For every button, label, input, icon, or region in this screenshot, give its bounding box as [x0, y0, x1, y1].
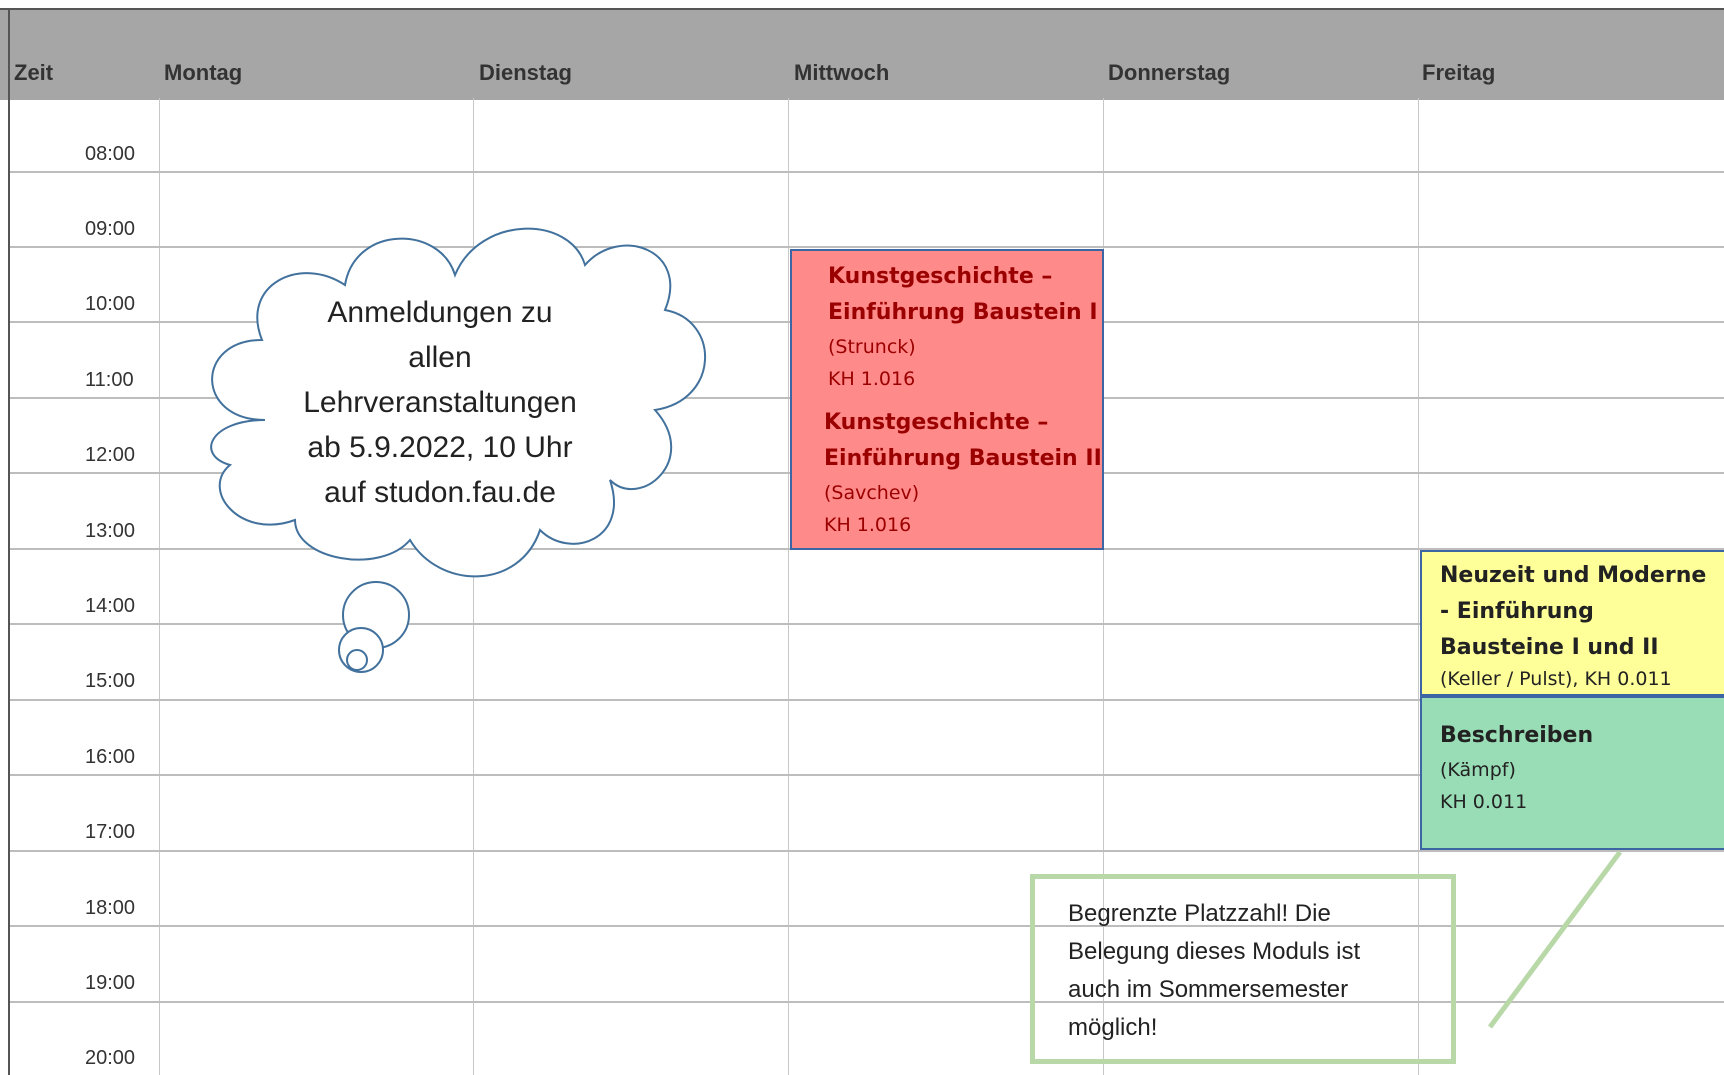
notice-line: Anmeldungen zu: [327, 296, 553, 329]
limited-seats-text: Begrenzte Platzzahl! Die Belegung dieses…: [1068, 895, 1428, 1047]
event-title: Einführung Baustein II: [824, 446, 1102, 471]
time-label: 18:00: [85, 897, 136, 919]
event-lecturer: (Strunck): [828, 336, 916, 358]
time-label: 14:00: [85, 595, 136, 617]
column-header-montag: Montag: [164, 60, 243, 85]
column-header-freitag: Freitag: [1422, 60, 1496, 85]
event-neuzeit-und-moderne[interactable]: Neuzeit und Moderne - Einführung Baustei…: [1420, 550, 1724, 696]
column-header-dienstag: Dienstag: [479, 60, 572, 85]
notice-line: auf studon.fau.de: [324, 476, 556, 509]
grid-row-divider: [10, 925, 1724, 927]
time-label: 10:00: [85, 293, 136, 315]
grid-column-divider: [159, 98, 160, 1075]
event-entry-baustein-1: Kunstgeschichte – Einführung Baustein I …: [828, 259, 1098, 395]
notice-line: allen: [408, 341, 472, 374]
event-title: Kunstgeschichte –: [828, 264, 1053, 289]
event-beschreiben[interactable]: Beschreiben (Kämpf) KH 0.011: [1420, 696, 1724, 850]
event-room: KH 1.016: [828, 368, 916, 390]
registration-notice: Anmeldungen zu allen Lehrveranstaltungen…: [240, 290, 640, 515]
event-kunstgeschichte-einfuehrung[interactable]: Kunstgeschichte – Einführung Baustein I …: [790, 249, 1104, 550]
event-title: Einführung Baustein I: [828, 300, 1098, 325]
top-strip: [0, 0, 1724, 8]
callout-line: möglich!: [1068, 1014, 1158, 1041]
event-title: Beschreiben: [1440, 723, 1594, 748]
table-left-border: [8, 8, 10, 1075]
event-title: Kunstgeschichte –: [824, 410, 1049, 435]
column-header-mittwoch: Mittwoch: [794, 60, 890, 85]
column-header-donnerstag: Donnerstag: [1108, 60, 1231, 85]
time-label: 13:00: [85, 520, 136, 542]
time-label: 20:00: [85, 1047, 136, 1069]
time-label: 08:00: [85, 143, 136, 165]
callout-line: auch im Sommersemester: [1068, 976, 1349, 1003]
time-label: 19:00: [85, 972, 136, 994]
column-header-zeit: Zeit: [14, 60, 54, 85]
header-row: [0, 8, 1724, 100]
event-room: KH 0.011: [1440, 791, 1528, 813]
time-label: 09:00: [85, 218, 136, 240]
event-title: Neuzeit und Moderne: [1440, 563, 1707, 588]
callout-line: Begrenzte Platzzahl! Die: [1068, 900, 1331, 927]
time-label: 15:00: [85, 670, 136, 692]
grid-column-divider: [788, 98, 789, 1075]
event-title: - Einführung: [1440, 599, 1594, 624]
event-title: Bausteine I und II: [1440, 635, 1659, 660]
time-label: 17:00: [85, 821, 136, 843]
time-label: 12:00: [85, 444, 136, 466]
notice-line: Lehrveranstaltungen: [303, 386, 577, 419]
grid-column-divider: [473, 98, 474, 1075]
grid-row-divider: [10, 246, 1724, 248]
event-lecturer: (Savchev): [824, 482, 920, 504]
notice-line: ab 5.9.2022, 10 Uhr: [307, 431, 573, 464]
event-room: KH 1.016: [824, 514, 912, 536]
event-lecturer-room: (Keller / Pulst), KH 0.011: [1440, 668, 1672, 690]
event-entry-baustein-2: Kunstgeschichte – Einführung Baustein II…: [824, 405, 1102, 541]
event-lecturer: (Kämpf): [1440, 759, 1516, 781]
grid-row-divider: [10, 1001, 1724, 1003]
time-label: 11:00: [85, 369, 134, 391]
callout-line: Belegung dieses Moduls ist: [1068, 938, 1361, 965]
grid-row-divider: [10, 850, 1724, 852]
grid-row-divider: [10, 171, 1724, 173]
time-label: 16:00: [85, 746, 136, 768]
